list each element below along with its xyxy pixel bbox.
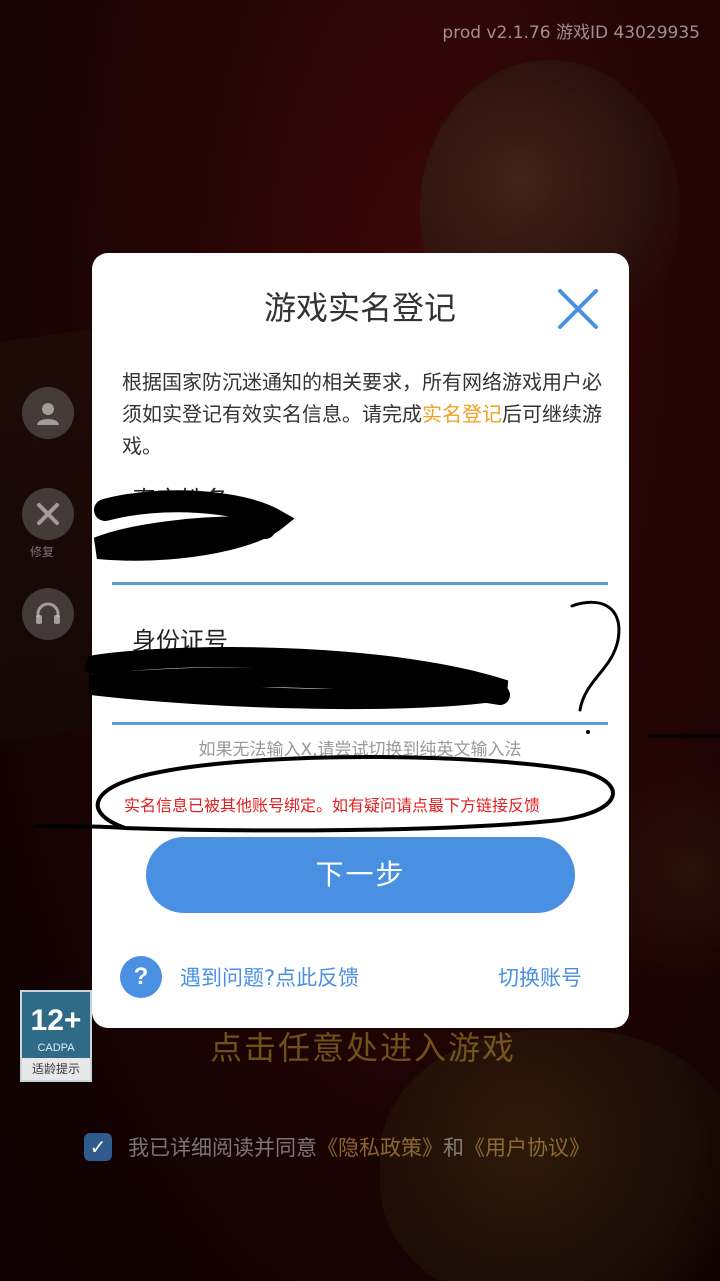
help-icon[interactable]: ?: [120, 956, 162, 998]
headset-icon: [36, 602, 60, 624]
agreement-and-text: 和: [443, 1136, 464, 1160]
repair-label: 修复: [30, 545, 55, 559]
switch-account-link[interactable]: 切换账号: [498, 962, 582, 992]
age-rating-org: CADPA: [37, 1042, 75, 1054]
real-name-underline: [112, 582, 608, 585]
wrench-icon: [37, 503, 59, 525]
close-icon: [558, 289, 598, 329]
enter-game-prompt[interactable]: 点击任意处进入游戏: [210, 1023, 516, 1069]
dialog-title: 游戏实名登记: [263, 289, 456, 327]
user-center-button[interactable]: [22, 387, 74, 439]
id-number-underline: [112, 722, 608, 725]
next-step-button[interactable]: 下一步: [146, 837, 575, 913]
agreement-checkbox[interactable]: ✓: [84, 1133, 112, 1161]
id-number-input[interactable]: [112, 664, 611, 702]
privacy-policy-link[interactable]: 《隐私政策》: [317, 1132, 443, 1162]
notice-highlight: 实名登记: [422, 402, 502, 426]
id-number-label: 身份证号: [132, 627, 228, 655]
error-message: 实名信息已被其他账号绑定。如有疑问请点最下方链接反馈: [124, 796, 541, 815]
version-label: prod v2.1.76 游戏ID 43029935: [442, 23, 700, 43]
real-name-label: 真实姓名: [132, 486, 228, 514]
agreement-text: 我已详细阅读并同意: [128, 1136, 317, 1160]
input-hint: 如果无法输入X,请尝试切换到纯英文输入法: [198, 740, 522, 760]
user-agreement-link[interactable]: 《用户协议》: [464, 1132, 590, 1162]
notice-text: 根据国家防沉迷通知的相关要求，所有网络游戏用户必须如实登记有效实名信息。请完成实…: [122, 366, 602, 462]
age-rating-value: 12+: [30, 1004, 82, 1037]
repair-button[interactable]: [22, 488, 74, 540]
real-name-input[interactable]: [112, 516, 611, 554]
age-rating-badge[interactable]: 12+ CADPA 适龄提示: [20, 990, 92, 1082]
close-button[interactable]: [556, 287, 600, 331]
feedback-link[interactable]: 遇到问题?点此反馈: [180, 962, 359, 992]
agreement-row: ✓ 我已详细阅读并同意 《隐私政策》 和 《用户协议》: [84, 1132, 590, 1162]
customer-service-button[interactable]: [22, 588, 74, 640]
user-icon: [37, 403, 59, 425]
age-rating-tip: 适龄提示: [22, 1058, 90, 1080]
